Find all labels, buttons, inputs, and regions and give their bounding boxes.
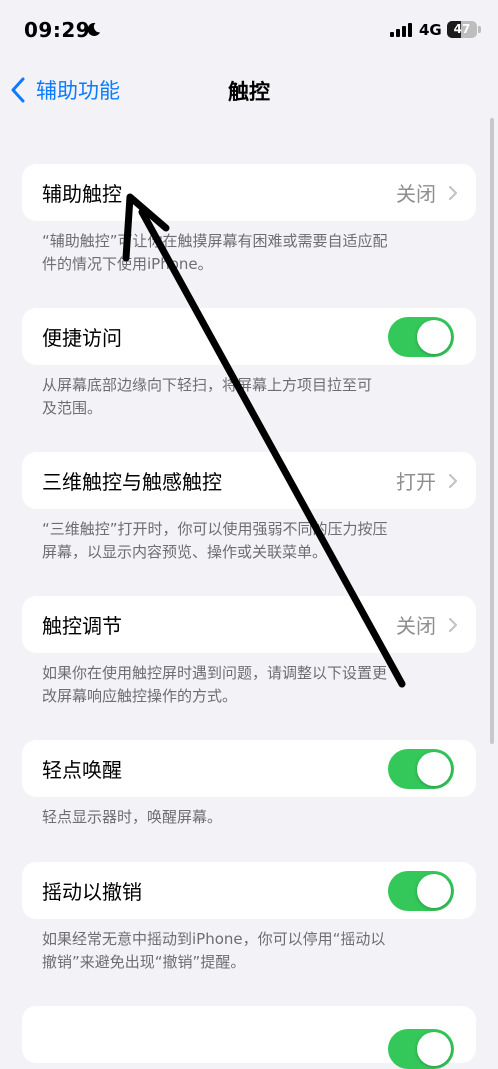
shake-to-undo-toggle[interactable]	[388, 870, 454, 911]
row-3d-touch[interactable]: 三维触控与触感触控 打开	[22, 452, 476, 509]
chevron-right-icon	[448, 617, 458, 632]
footer-line: “辅助触控”可让你在触摸屏幕有困难或需要自适应配	[42, 232, 388, 250]
footer-line: 轻点显示器时，唤醒屏幕。	[42, 808, 223, 826]
battery-level: 47	[453, 22, 471, 36]
navigation-bar: 辅助功能 触控	[0, 62, 498, 118]
row-value: 关闭	[396, 182, 436, 206]
footer-line: 屏幕，以显示内容预览、操作或关联菜单。	[42, 543, 328, 561]
footer-line: 如果经常无意中摇动到iPhone，你可以停用“摇动以	[42, 930, 386, 948]
toggle-knob	[417, 751, 451, 786]
row-value-wrap: 打开	[396, 466, 458, 495]
row-shake-to-undo: 摇动以撤销	[22, 862, 476, 919]
row-tap-to-wake: 轻点唤醒	[22, 740, 476, 797]
footer-line: 如果你在使用触控屏时遇到问题，请调整以下设置更	[42, 664, 388, 682]
footer-shake-to-undo: 如果经常无意中摇动到iPhone，你可以停用“摇动以 撤销”来避免出现“撤销”提…	[42, 928, 452, 974]
battery-icon: 47	[447, 21, 477, 38]
tap-to-wake-toggle[interactable]	[388, 748, 454, 789]
footer-reachability: 从屏幕底部边缘向下轻扫，将屏幕上方项目拉至可 及范围。	[42, 374, 452, 420]
footer-line: 撤销”来避免出现“撤销”提醒。	[42, 953, 246, 971]
row-label: 便捷访问	[42, 326, 122, 350]
footer-line: 及范围。	[42, 399, 103, 417]
row-value-wrap: 关闭	[396, 610, 458, 639]
row-label: 辅助触控	[42, 182, 122, 206]
network-type: 4G	[419, 21, 442, 39]
footer-line: 改屏幕响应触控操作的方式。	[42, 687, 238, 705]
row-value: 打开	[396, 470, 436, 494]
page-title: 触控	[228, 80, 270, 104]
row-value: 关闭	[396, 614, 436, 638]
row-label: 触控调节	[42, 614, 122, 638]
row-reachability: 便捷访问	[22, 308, 476, 365]
status-time: 09:29	[24, 18, 91, 42]
footer-touch-accommodations: 如果你在使用触控屏时遇到问题，请调整以下设置更 改屏幕响应触控操作的方式。	[42, 662, 452, 708]
footer-3d-touch: “三维触控”打开时，你可以使用强弱不同的压力按压 屏幕，以显示内容预览、操作或关…	[42, 518, 452, 564]
row-label: 轻点唤醒	[42, 758, 122, 782]
footer-tap-to-wake: 轻点显示器时，唤醒屏幕。	[42, 806, 452, 829]
partial-row-toggle[interactable]	[388, 1028, 454, 1069]
row-value-wrap: 关闭	[396, 178, 458, 207]
toggle-knob	[417, 319, 451, 354]
chevron-right-icon	[448, 473, 458, 488]
footer-line: 件的情况下使用iPhone。	[42, 255, 213, 273]
chevron-right-icon	[448, 185, 458, 200]
row-partial	[22, 1006, 476, 1069]
row-touch-accommodations[interactable]: 触控调节 关闭	[22, 596, 476, 653]
footer-assistive-touch: “辅助触控”可让你在触摸屏幕有困难或需要自适应配 件的情况下使用iPhone。	[42, 230, 452, 276]
status-bar: 09:29 4G 47	[0, 0, 498, 62]
row-assistive-touch[interactable]: 辅助触控 关闭	[22, 164, 476, 221]
toggle-knob	[417, 873, 451, 908]
row-label: 摇动以撤销	[42, 880, 142, 904]
toggle-knob	[417, 1031, 451, 1066]
reachability-toggle[interactable]	[388, 316, 454, 357]
footer-line: “三维触控”打开时，你可以使用强弱不同的压力按压	[42, 520, 388, 538]
signal-icon	[390, 23, 412, 37]
row-label: 三维触控与触感触控	[42, 470, 222, 494]
battery-tip	[478, 26, 481, 33]
footer-line: 从屏幕底部边缘向下轻扫，将屏幕上方项目拉至可	[42, 376, 373, 394]
scrollbar[interactable]	[490, 118, 494, 744]
moon-icon	[87, 22, 101, 36]
